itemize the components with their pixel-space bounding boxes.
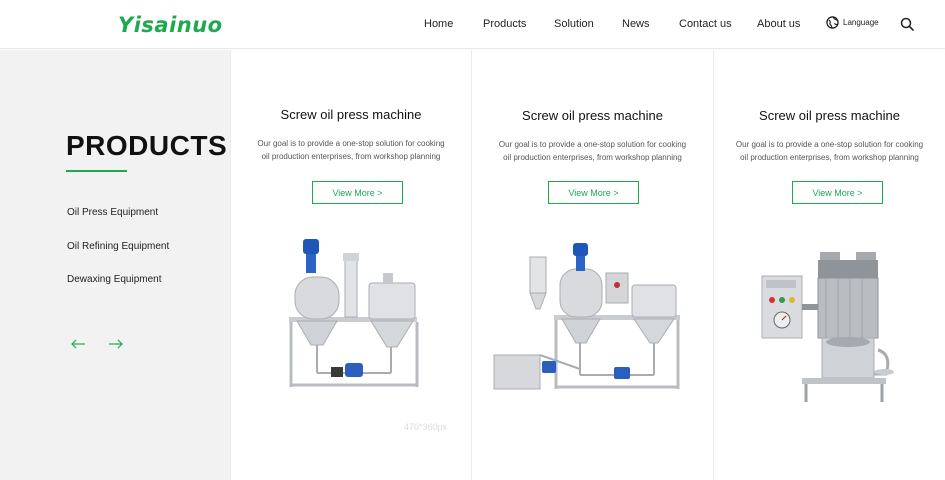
product-card[interactable]: Screw oil press machine Our goal is to p… — [230, 50, 471, 480]
arrow-right-icon[interactable] — [108, 338, 124, 350]
product-desc-line-2: oil production enterprises, from worksho… — [740, 153, 919, 162]
language-selector[interactable]: Language — [826, 16, 879, 29]
product-desc-line-2: oil production enterprises, from worksho… — [261, 152, 441, 161]
products-sidebar: PRODUCTS Oil Press Equipment Oil Refinin… — [0, 50, 230, 480]
product-card[interactable]: Screw oil press machine Our goal is to p… — [713, 50, 945, 480]
product-desc-line-2: oil production enterprises, from worksho… — [503, 153, 682, 162]
category-oil-press[interactable]: Oil Press Equipment — [67, 207, 158, 218]
globe-icon — [826, 16, 839, 29]
product-desc-line-1: Our goal is to provide a one-stop soluti… — [735, 140, 924, 149]
language-label: Language — [843, 18, 879, 27]
product-card[interactable]: Screw oil press machine Our goal is to p… — [471, 50, 713, 480]
machine-image[interactable] — [760, 250, 896, 405]
category-oil-refining[interactable]: Oil Refining Equipment — [67, 241, 169, 252]
nav-solution[interactable]: Solution — [554, 18, 594, 30]
main-nav: Home Products Solution News Contact us A… — [0, 0, 945, 49]
search-icon[interactable] — [900, 17, 914, 31]
product-title: Screw oil press machine — [759, 108, 900, 123]
view-more-button[interactable]: View More > — [548, 181, 639, 204]
nav-contact[interactable]: Contact us — [679, 18, 732, 30]
view-more-button[interactable]: View More > — [792, 181, 883, 204]
nav-about[interactable]: About us — [757, 18, 800, 30]
product-desc-line-1: Our goal is to provide a one-stop soluti… — [257, 139, 445, 148]
product-title: Screw oil press machine — [280, 107, 422, 122]
nav-news[interactable]: News — [622, 18, 650, 30]
product-desc-line-1: Our goal is to provide a one-stop soluti… — [498, 140, 687, 149]
image-size-note: 470*360px — [404, 422, 448, 432]
category-dewaxing[interactable]: Dewaxing Equipment — [67, 274, 162, 285]
nav-products[interactable]: Products — [483, 18, 526, 30]
machine-image[interactable] — [283, 235, 423, 395]
arrow-left-icon[interactable] — [70, 338, 86, 350]
product-title: Screw oil press machine — [522, 108, 663, 123]
view-more-button[interactable]: View More > — [312, 181, 403, 204]
machine-image[interactable] — [490, 243, 685, 395]
sidebar-title: PRODUCTS — [66, 130, 228, 161]
site-header: Yisainuo Home Products Solution News Con… — [0, 0, 945, 49]
nav-home[interactable]: Home — [424, 18, 453, 30]
title-underline — [66, 170, 127, 172]
